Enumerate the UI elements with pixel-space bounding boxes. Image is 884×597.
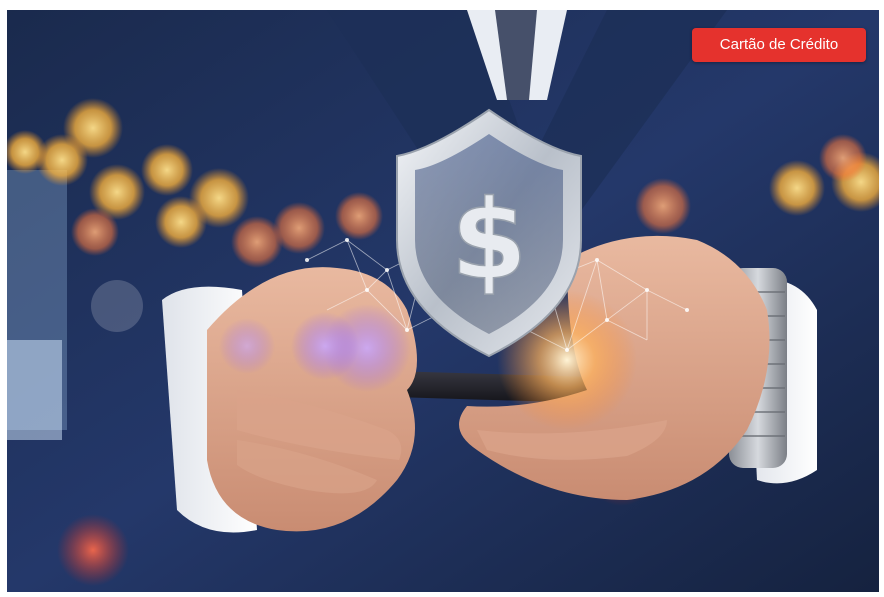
svg-text:$: $ [451, 176, 528, 304]
hero-image[interactable]: $ [7, 10, 879, 592]
article-card[interactable]: $ Cartão de Crédito [7, 10, 879, 592]
category-badge[interactable]: Cartão de Crédito [692, 28, 866, 62]
